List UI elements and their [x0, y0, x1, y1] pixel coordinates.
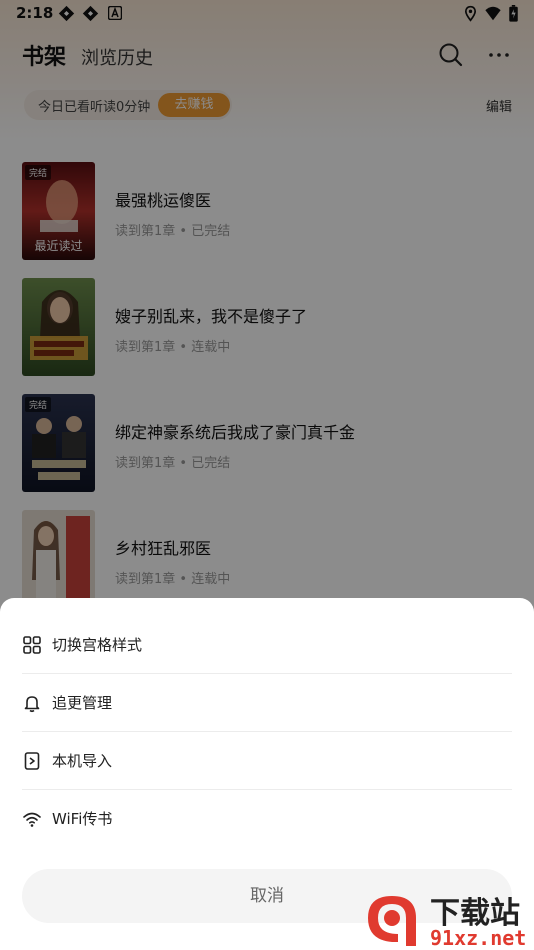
menu-item-local-import[interactable]: 本机导入: [0, 732, 534, 789]
wifi-icon: [23, 812, 41, 827]
menu-item-grid-style[interactable]: 切换宫格样式: [0, 616, 534, 673]
menu-item-update-management[interactable]: 追更管理: [0, 674, 534, 731]
watermark-en-text: 91xz.net: [430, 926, 527, 950]
import-icon: [24, 752, 40, 770]
watermark-logo-icon: [368, 896, 416, 946]
grid-icon: [23, 636, 41, 654]
menu-item-label: 切换宫格样式: [52, 636, 143, 654]
menu-item-label: 本机导入: [52, 752, 113, 770]
menu-item-label: 追更管理: [52, 694, 113, 712]
bell-icon: [24, 696, 40, 713]
watermark: 下载站 91xz.net: [362, 888, 534, 950]
screen: 2:18 书架 浏览历史 今日已看听读0分钟 去赚钱 编辑 完结 最近读过 最强…: [0, 0, 534, 950]
menu-item-label: WiFi传书: [52, 810, 113, 828]
menu-item-wifi-transfer[interactable]: WiFi传书: [0, 790, 534, 847]
